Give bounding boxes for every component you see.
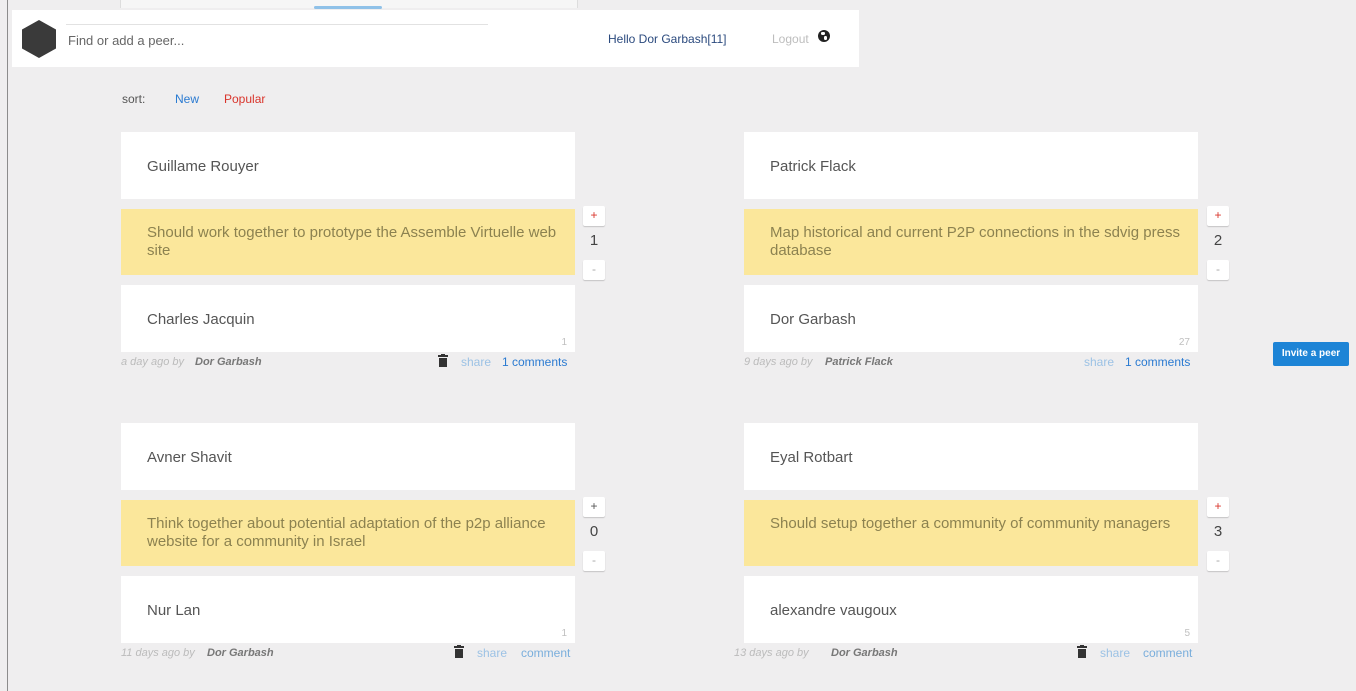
peer-b-box[interactable]: alexandre vaugoux 5 [744, 576, 1198, 643]
peer-b-box[interactable]: Dor Garbash 27 [744, 285, 1198, 352]
comments-link[interactable]: 1 comments [1125, 355, 1190, 369]
connection-card: Guillame Rouyer Should work together to … [121, 132, 576, 377]
downvote-button[interactable]: - [1207, 551, 1229, 571]
scrolled-tab-indicator [314, 6, 382, 9]
card-meta: 13 days ago by Dor Garbash share comment [734, 645, 1199, 661]
left-border [7, 0, 8, 691]
peer-a-name: Avner Shavit [147, 449, 232, 466]
connection-card: Patrick Flack Map historical and current… [744, 132, 1199, 377]
meta-time: a day ago by [121, 356, 184, 368]
share-link[interactable]: share [1100, 646, 1130, 660]
peer-b-box[interactable]: Nur Lan 1 [121, 576, 575, 643]
connection-card: Avner Shavit Think together about potent… [121, 423, 576, 668]
sort-popular-link[interactable]: Popular [224, 92, 265, 106]
card-meta: 11 days ago by Dor Garbash share comment [121, 645, 576, 661]
meta-author[interactable]: Dor Garbash [195, 356, 262, 368]
hexagon-logo-icon[interactable] [22, 20, 56, 58]
upvote-button[interactable]: + [1207, 497, 1229, 517]
peer-b-name: alexandre vaugoux [770, 602, 897, 619]
trash-icon[interactable] [1077, 645, 1087, 658]
logout-link[interactable]: Logout [772, 32, 809, 46]
downvote-button[interactable]: - [1207, 260, 1229, 280]
vote-count: 0 [589, 523, 599, 540]
peer-b-name: Dor Garbash [770, 311, 856, 328]
peer-b-count: 1 [561, 337, 567, 348]
peer-a-box[interactable]: Patrick Flack [744, 132, 1198, 199]
meta-time: 13 days ago by [734, 647, 809, 659]
peer-a-box[interactable]: Eyal Rotbart [744, 423, 1198, 490]
trash-icon[interactable] [438, 354, 448, 367]
meta-time: 9 days ago by [744, 356, 813, 368]
meta-author[interactable]: Dor Garbash [207, 647, 274, 659]
share-link[interactable]: share [1084, 355, 1114, 369]
upvote-button[interactable]: + [1207, 206, 1229, 226]
meta-author[interactable]: Patrick Flack [825, 356, 893, 368]
goal-box[interactable]: Should work together to prototype the As… [121, 209, 575, 275]
vote-widget: + 1 - [583, 206, 605, 284]
peer-a-box[interactable]: Avner Shavit [121, 423, 575, 490]
top-bar: Hello Dor Garbash[11] Logout [12, 10, 859, 67]
comment-link[interactable]: comment [521, 646, 570, 660]
downvote-button[interactable]: - [583, 260, 605, 280]
meta-author[interactable]: Dor Garbash [831, 647, 898, 659]
peer-a-name: Guillame Rouyer [147, 158, 259, 175]
peer-b-count: 5 [1184, 628, 1190, 639]
vote-widget: + 0 - [583, 497, 605, 575]
card-meta: 9 days ago by Patrick Flack share 1 comm… [744, 354, 1199, 370]
sort-label: sort: [122, 92, 146, 106]
share-link[interactable]: share [477, 646, 507, 660]
user-greeting[interactable]: Hello Dor Garbash[11] [608, 32, 727, 46]
vote-count: 3 [1213, 523, 1223, 540]
trash-icon[interactable] [454, 645, 464, 658]
globe-icon[interactable] [818, 30, 830, 42]
peer-search-input[interactable] [68, 28, 488, 52]
comment-link[interactable]: comment [1143, 646, 1192, 660]
search-divider [66, 24, 488, 25]
goal-text: Should setup together a community of com… [770, 515, 1171, 532]
upvote-button[interactable]: + [583, 497, 605, 517]
goal-box[interactable]: Should setup together a community of com… [744, 500, 1198, 566]
downvote-button[interactable]: - [583, 551, 605, 571]
meta-time: 11 days ago by [121, 647, 195, 659]
peer-b-name: Charles Jacquin [147, 311, 255, 328]
comments-link[interactable]: 1 comments [502, 355, 567, 369]
peer-b-count: 1 [561, 628, 567, 639]
vote-widget: + 2 - [1207, 206, 1229, 284]
peer-b-count: 27 [1178, 337, 1190, 348]
peer-a-box[interactable]: Guillame Rouyer [121, 132, 575, 199]
connection-card: Eyal Rotbart Should setup together a com… [734, 423, 1199, 668]
vote-count: 1 [589, 232, 599, 249]
sort-new-link[interactable]: New [175, 92, 199, 106]
peer-a-name: Patrick Flack [770, 158, 856, 175]
vote-widget: + 3 - [1207, 497, 1229, 575]
goal-box[interactable]: Think together about potential adaptatio… [121, 500, 575, 566]
invite-peer-button[interactable]: Invite a peer [1273, 342, 1349, 366]
peer-b-name: Nur Lan [147, 602, 201, 619]
goal-text: Think together about potential adaptatio… [147, 515, 546, 550]
goal-text: Map historical and current P2P connectio… [770, 224, 1180, 259]
peer-b-box[interactable]: Charles Jacquin 1 [121, 285, 575, 352]
goal-text: Should work together to prototype the As… [147, 224, 557, 259]
peer-a-name: Eyal Rotbart [770, 449, 853, 466]
scrolled-panel-edge [120, 0, 578, 9]
vote-count: 2 [1213, 232, 1223, 249]
card-meta: a day ago by Dor Garbash share 1 comment… [121, 354, 576, 370]
goal-box[interactable]: Map historical and current P2P connectio… [744, 209, 1198, 275]
upvote-button[interactable]: + [583, 206, 605, 226]
share-link[interactable]: share [461, 355, 491, 369]
